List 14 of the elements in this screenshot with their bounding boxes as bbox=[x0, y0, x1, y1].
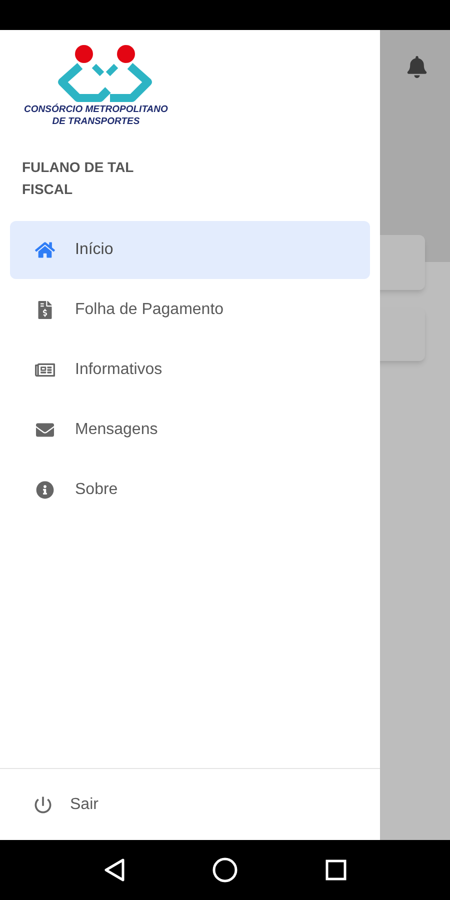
recents-icon[interactable] bbox=[324, 859, 347, 881]
logout-button[interactable]: Sair bbox=[10, 786, 106, 822]
newspaper-icon bbox=[35, 361, 55, 379]
bell-icon[interactable] bbox=[406, 56, 428, 78]
envelope-icon bbox=[35, 421, 55, 439]
logo-text: CONSÓRCIO METROPOLITANO bbox=[24, 104, 168, 116]
home-icon[interactable] bbox=[212, 857, 238, 883]
back-icon[interactable] bbox=[103, 858, 126, 882]
info-icon bbox=[35, 481, 55, 499]
home-icon bbox=[35, 241, 55, 259]
user-role: FISCAL bbox=[22, 180, 74, 199]
menu-item[interactable]: Início bbox=[10, 221, 370, 279]
logo-text: DE TRANSPORTES bbox=[52, 116, 140, 128]
user-name: FULANO DE TAL bbox=[22, 158, 135, 177]
